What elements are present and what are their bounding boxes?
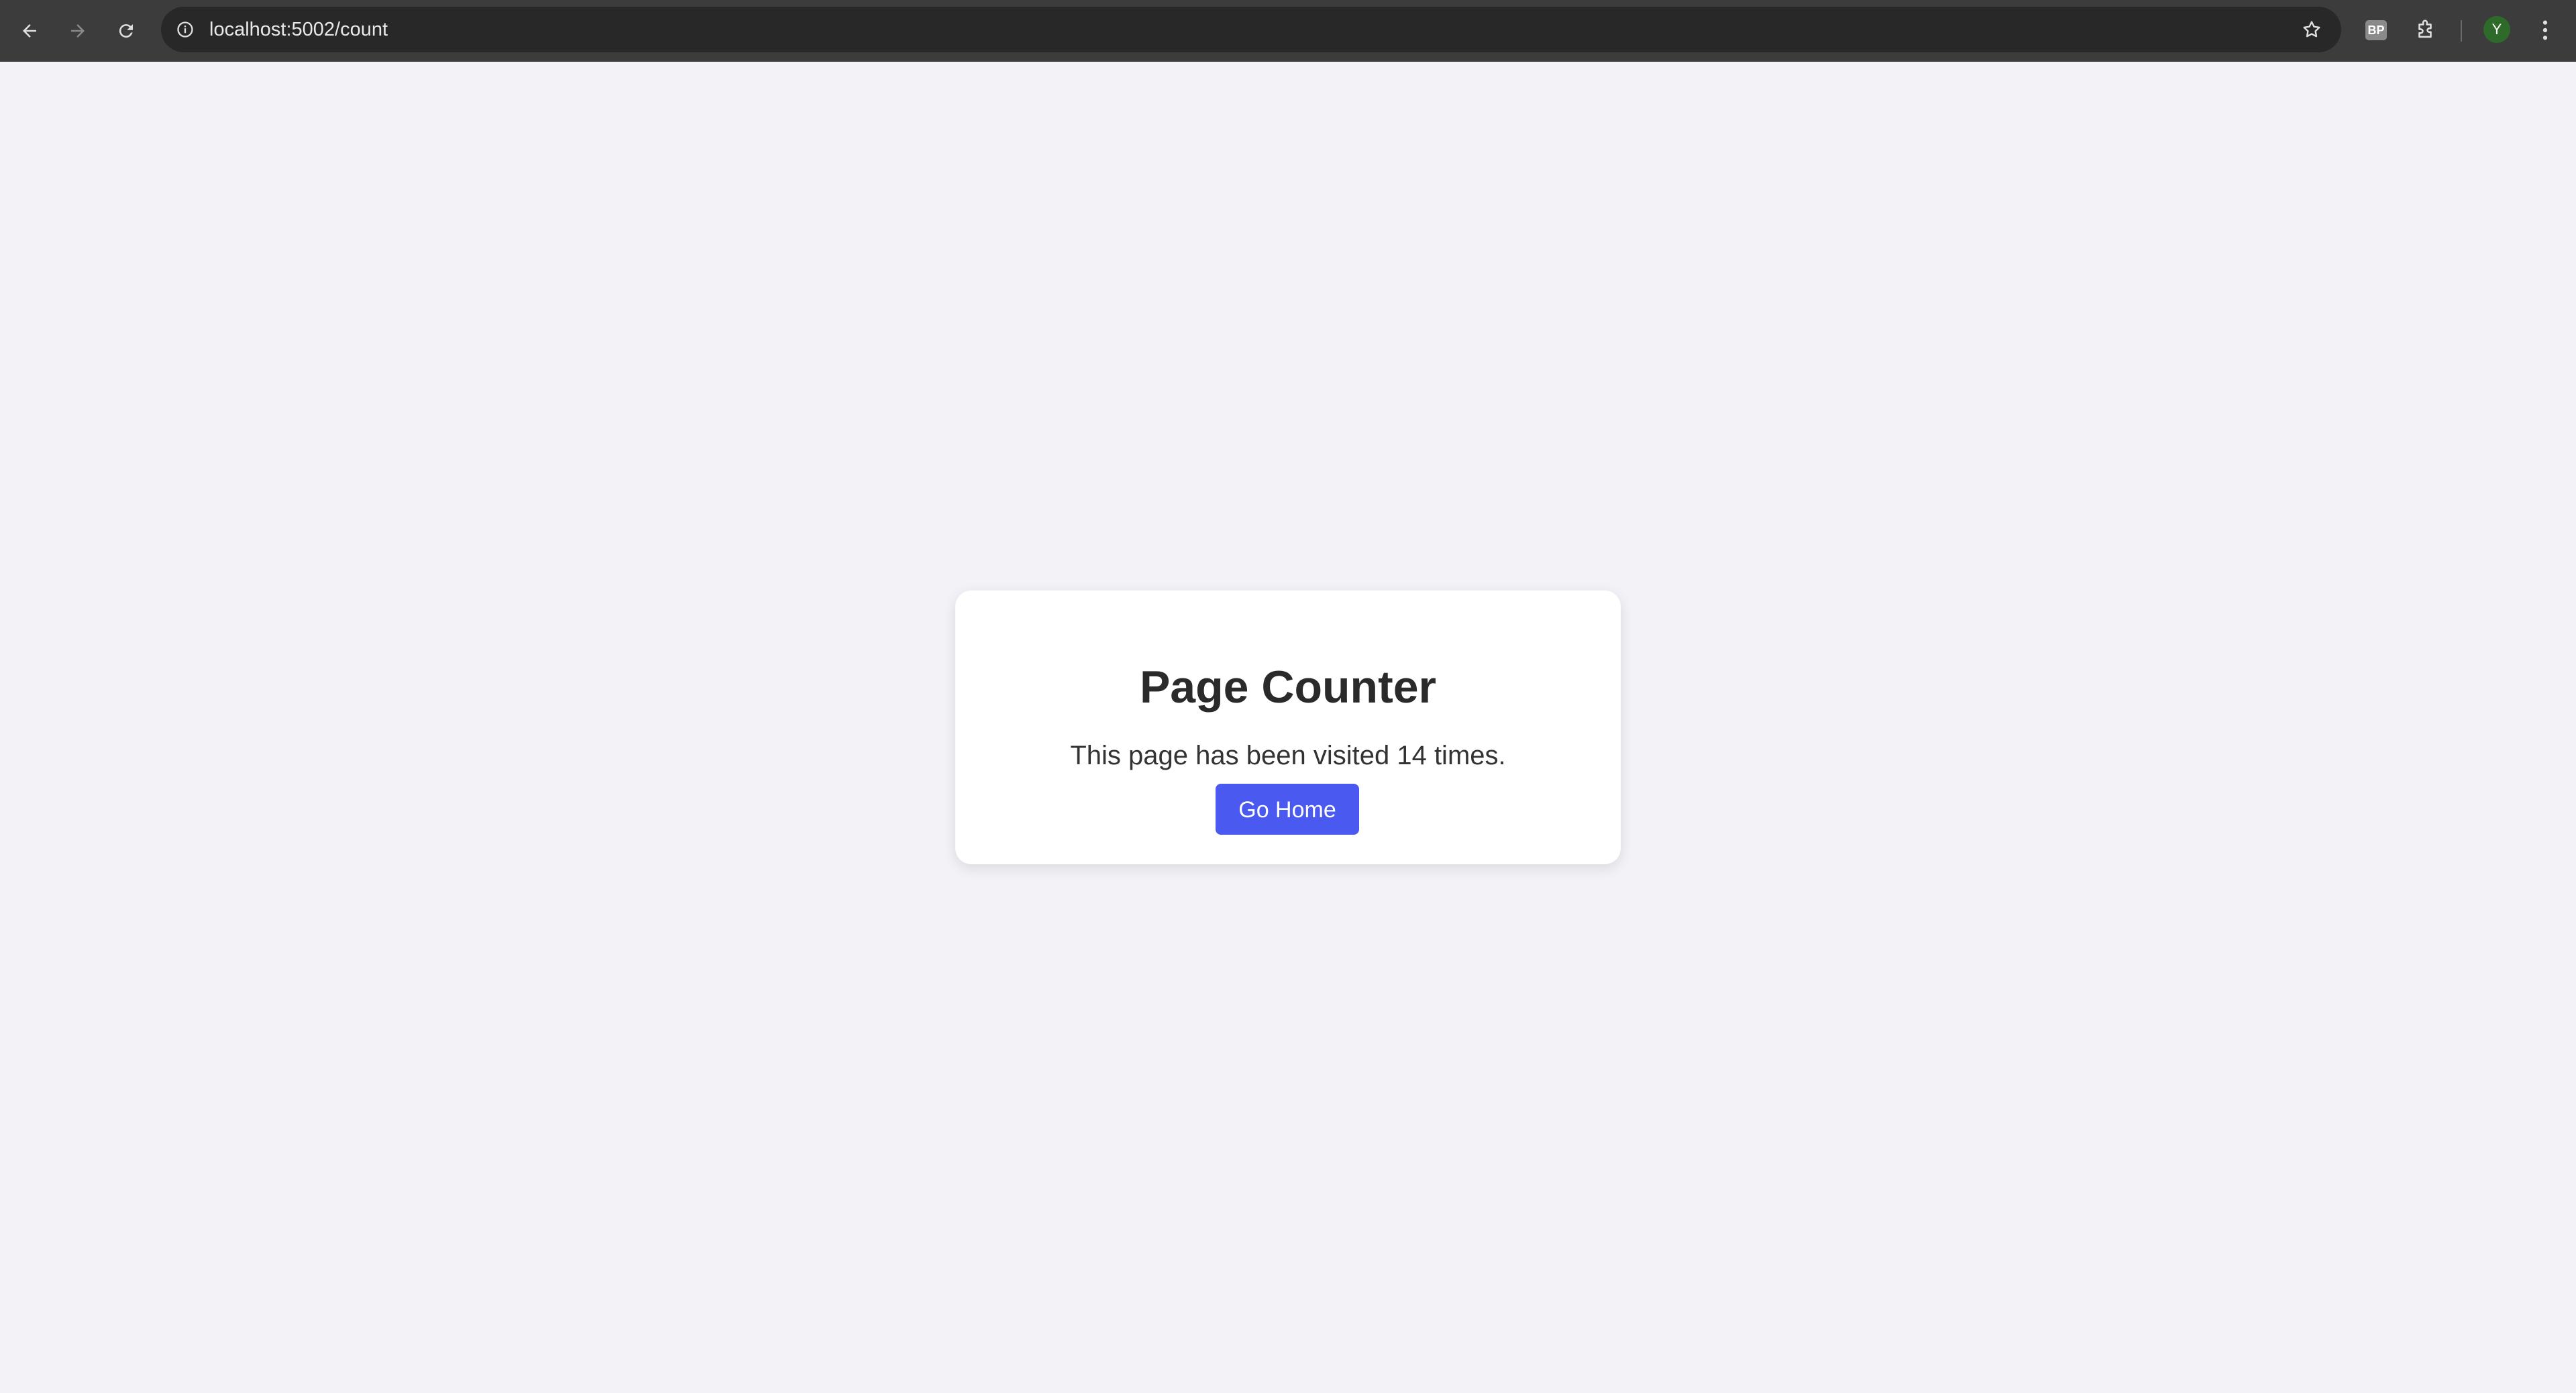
toolbar-divider: [2461, 20, 2462, 42]
address-bar[interactable]: localhost:5002/count: [161, 7, 2341, 52]
forward-arrow-icon: [71, 24, 85, 38]
page-title: Page Counter: [1139, 662, 1437, 713]
counter-card: Page Counter This page has been visited …: [955, 590, 1621, 864]
back-arrow-icon: [23, 24, 36, 38]
star-icon[interactable]: [2298, 16, 2325, 43]
browser-toolbar: localhost:5002/count BP Y: [0, 0, 2576, 62]
reload-icon: [119, 24, 133, 38]
info-icon[interactable]: [173, 17, 197, 42]
reload-button[interactable]: [110, 15, 142, 47]
visit-count-message: This page has been visited 14 times.: [1070, 741, 1506, 770]
kebab-menu-icon[interactable]: [2530, 15, 2560, 46]
puzzle-icon[interactable]: [2410, 15, 2440, 46]
back-button[interactable]: [13, 15, 46, 47]
url-text[interactable]: localhost:5002/count: [209, 7, 388, 52]
go-home-button[interactable]: Go Home: [1216, 784, 1359, 835]
forward-button[interactable]: [62, 15, 94, 47]
profile-avatar[interactable]: Y: [2483, 16, 2510, 43]
extension-bp-icon[interactable]: BP: [2365, 20, 2387, 40]
